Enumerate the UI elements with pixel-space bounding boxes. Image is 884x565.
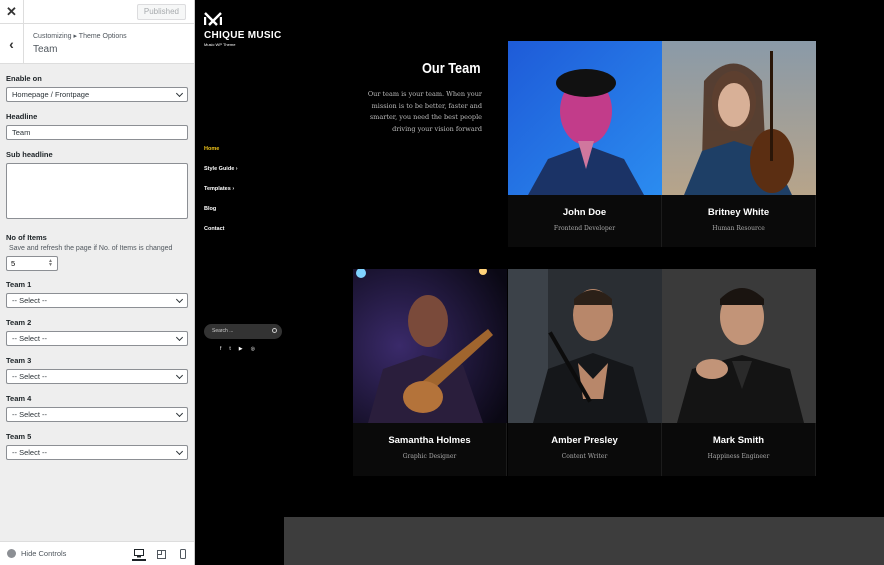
team-card[interactable]: Mark Smith Happiness Engineer	[662, 269, 816, 476]
team-4-label: Team 4	[6, 394, 32, 403]
search-placeholder: Search ...	[212, 328, 234, 334]
twitter-icon[interactable]: t	[229, 346, 230, 352]
nav-item-blog[interactable]: Blog	[204, 206, 238, 226]
nav-item-contact[interactable]: Contact	[204, 226, 238, 246]
next-section-strip	[284, 517, 884, 565]
member-photo	[508, 269, 662, 423]
team-2-label: Team 2	[6, 318, 32, 327]
member-role: Happiness Engineer	[707, 453, 770, 460]
spinner-icon[interactable]: ▲ ▼	[48, 259, 53, 268]
customizer-footer: Hide Controls	[0, 541, 194, 565]
member-name: Mark Smith	[712, 435, 765, 446]
enable-on-select[interactable]: Homepage / Frontpage	[6, 87, 188, 102]
chevron-right-icon: ›	[232, 186, 235, 192]
back-arrow-icon[interactable]: ‹	[0, 24, 24, 63]
nav-item-style-guide[interactable]: Style Guide ›	[204, 166, 238, 186]
facebook-icon[interactable]: f	[220, 346, 221, 352]
site-preview: CHIQUE MUSIC Music WP Theme Home Style G…	[195, 0, 884, 565]
mobile-preview-icon[interactable]	[176, 547, 190, 561]
member-role: Graphic Designer	[402, 453, 457, 460]
nav-item-home[interactable]: Home	[204, 146, 238, 166]
site-tagline: Music WP Theme	[204, 42, 236, 47]
section-header: ‹ Customizing ▸ Theme Options Team	[0, 24, 194, 64]
team-card[interactable]: Britney White Human Resource	[662, 41, 816, 247]
social-links: f t ▶ ◎	[220, 346, 255, 352]
member-role: Human Resource	[712, 225, 765, 232]
breadcrumb: Customizing ▸ Theme Options	[33, 33, 127, 40]
member-name: John Doe	[562, 207, 607, 218]
member-photo	[662, 269, 816, 423]
main-nav: Home Style Guide › Templates › Blog Cont…	[204, 146, 238, 246]
tablet-preview-icon[interactable]	[154, 547, 168, 561]
team-2-select[interactable]: -- Select --	[6, 331, 188, 346]
desktop-preview-icon[interactable]	[132, 547, 146, 561]
enable-on-label: Enable on	[6, 74, 42, 83]
member-photo	[662, 41, 816, 195]
team-3-select[interactable]: -- Select --	[6, 369, 188, 384]
published-button[interactable]: Published	[136, 4, 186, 20]
youtube-icon[interactable]: ▶	[239, 346, 243, 352]
no-items-value: 5	[11, 259, 16, 268]
chevron-right-icon: ›	[235, 166, 238, 172]
team-5-select[interactable]: -- Select --	[6, 445, 188, 460]
no-items-label: No of Items	[6, 233, 47, 242]
member-name: Britney White	[707, 207, 770, 218]
customizer-topbar: ✕ Published	[0, 0, 194, 24]
team-5-label: Team 5	[6, 432, 32, 441]
member-role: Frontend Developer	[553, 225, 616, 232]
team-card[interactable]: John Doe Frontend Developer	[508, 41, 662, 247]
hide-controls-label: Hide Controls	[21, 549, 67, 558]
no-items-description: Save and refresh the page if No. of Item…	[9, 245, 173, 252]
search-input[interactable]: Search ...	[204, 324, 282, 339]
dribbble-icon[interactable]: ◎	[251, 346, 255, 352]
no-items-input[interactable]: 5 ▲ ▼	[6, 256, 58, 271]
team-1-label: Team 1	[6, 280, 32, 289]
team-4-select[interactable]: -- Select --	[6, 407, 188, 422]
team-3-label: Team 3	[6, 356, 32, 365]
search-icon[interactable]	[272, 328, 277, 333]
collapse-icon	[7, 549, 16, 558]
member-role: Content Writer	[561, 453, 608, 460]
member-photo	[508, 41, 662, 195]
headline-input[interactable]: Team	[6, 125, 188, 140]
team-card[interactable]: Samantha Holmes Graphic Designer	[353, 267, 507, 476]
team-intro: Our team is your team. When your mission…	[367, 90, 482, 133]
member-photo	[353, 267, 507, 423]
hide-controls-button[interactable]: Hide Controls	[7, 549, 66, 558]
team-1-select[interactable]: -- Select --	[6, 293, 188, 308]
member-name: Amber Presley	[551, 435, 618, 446]
sub-headline-label: Sub headline	[6, 150, 53, 159]
controls-list: Enable on Homepage / Frontpage Headline …	[0, 74, 194, 460]
member-name: Samantha Holmes	[388, 435, 471, 446]
headline-label: Headline	[6, 112, 38, 121]
team-heading: Our Team	[422, 60, 481, 77]
section-title: Team	[33, 44, 58, 55]
sub-headline-textarea[interactable]	[6, 163, 188, 219]
team-card[interactable]: Amber Presley Content Writer	[508, 269, 662, 476]
close-icon[interactable]: ✕	[0, 0, 24, 24]
customizer-panel: ✕ Published ‹ Customizing ▸ Theme Option…	[0, 0, 195, 565]
logo-icon[interactable]	[203, 12, 223, 31]
site-title[interactable]: CHIQUE MUSIC	[204, 30, 282, 41]
nav-item-templates[interactable]: Templates ›	[204, 186, 238, 206]
